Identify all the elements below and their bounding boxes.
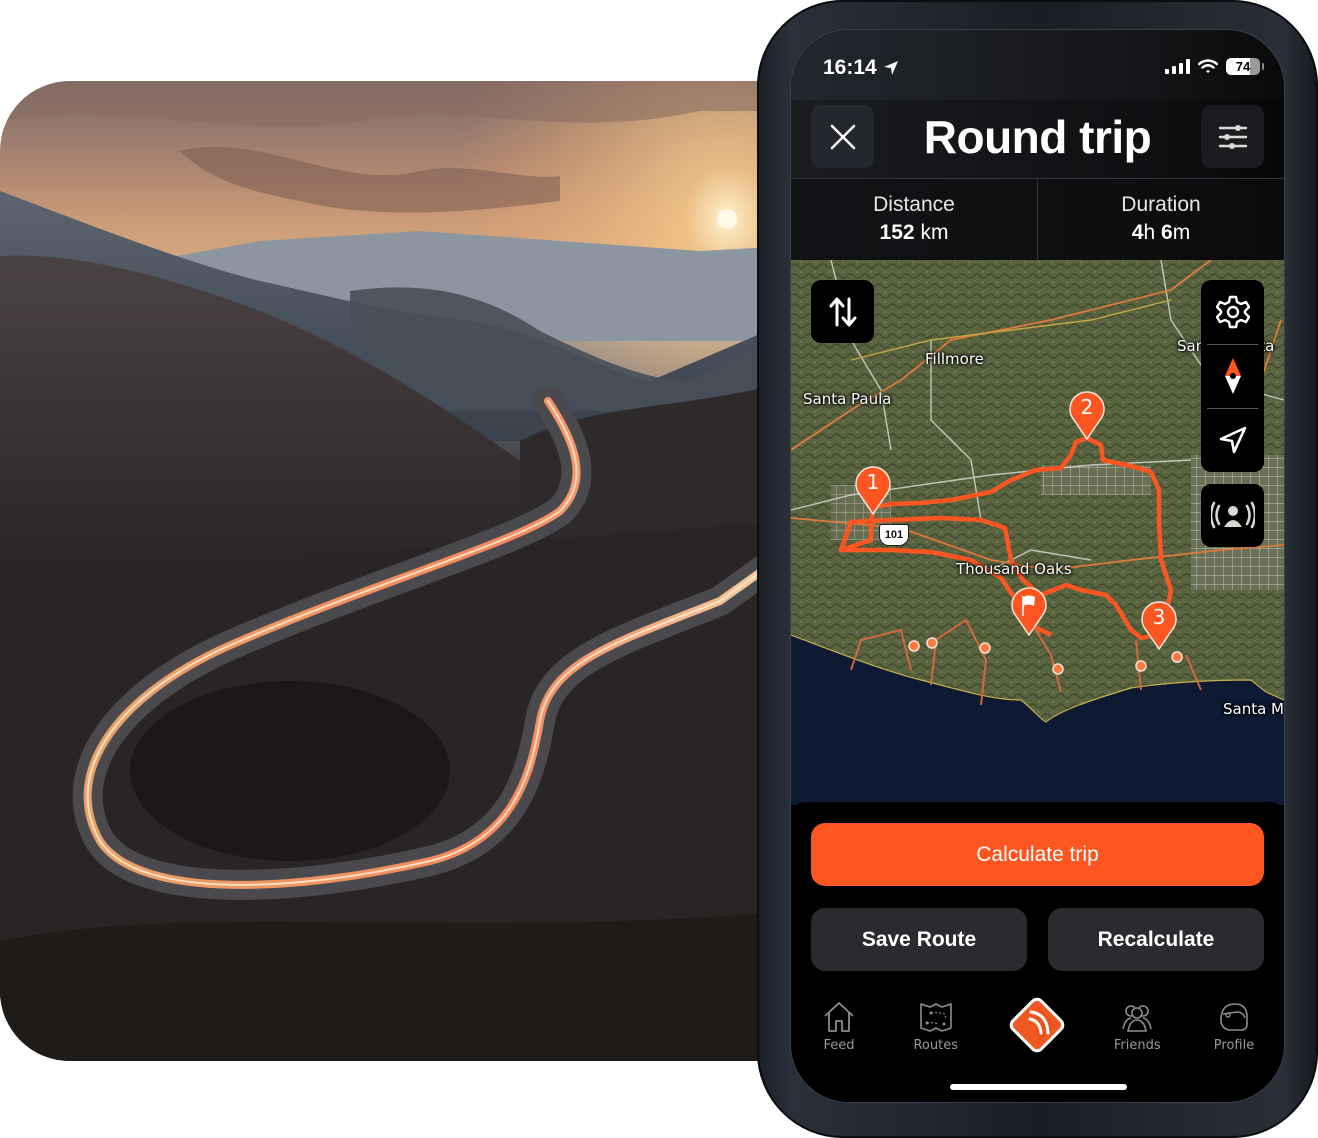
distance-label: Distance bbox=[873, 193, 955, 216]
home-indicator[interactable] bbox=[950, 1084, 1127, 1090]
tab-bar: Feed Routes Friends Profile bbox=[791, 990, 1284, 1060]
distance-value: 152 km bbox=[791, 221, 1037, 245]
map-label-fillmore: Fillmore bbox=[925, 350, 984, 368]
app-logo-icon bbox=[1009, 997, 1064, 1053]
tab-routes[interactable]: Routes bbox=[904, 990, 968, 1060]
helmet-icon bbox=[1220, 1003, 1248, 1031]
swap-icon bbox=[829, 297, 856, 326]
map-label-santa-monica: Santa Monica bbox=[1223, 700, 1284, 718]
start-finish-pin[interactable] bbox=[1010, 586, 1048, 637]
duration-label: Duration bbox=[1121, 193, 1201, 216]
status-indicators: 74 bbox=[1165, 58, 1264, 75]
header: Round trip bbox=[791, 100, 1284, 178]
recalculate-button[interactable]: Recalculate bbox=[1048, 908, 1264, 971]
signal-icon bbox=[1165, 59, 1190, 74]
live-share-button[interactable] bbox=[1201, 484, 1264, 547]
duration-minutes-unit: m bbox=[1172, 221, 1191, 244]
distance-stat: Distance 152 km bbox=[791, 179, 1037, 260]
status-bar: 16:14 74 bbox=[791, 30, 1284, 100]
location-arrow-icon bbox=[883, 61, 898, 75]
duration-minutes: 6 bbox=[1161, 221, 1173, 244]
waypoint-pin-3[interactable]: 3 bbox=[1140, 600, 1178, 651]
map-icon bbox=[919, 1003, 952, 1032]
landscape-photo bbox=[0, 81, 790, 1061]
tab-app-home[interactable] bbox=[1001, 990, 1073, 1060]
map-control-stack bbox=[1201, 280, 1264, 472]
save-route-button[interactable]: Save Route bbox=[811, 908, 1027, 971]
duration-stat: Duration 4h 6m bbox=[1037, 179, 1284, 260]
route-map[interactable]: Fillmore Santa Paula Santa Clarita Thous… bbox=[791, 260, 1284, 805]
tab-feed[interactable]: Feed bbox=[807, 990, 871, 1060]
waypoint-pin-2[interactable]: 2 bbox=[1068, 390, 1106, 441]
map-settings-button[interactable] bbox=[1201, 280, 1264, 344]
map-label-santa-paula: Santa Paula bbox=[803, 390, 892, 408]
tab-label: Feed bbox=[823, 1038, 855, 1053]
sliders-icon bbox=[1218, 124, 1247, 149]
map-label-thousand-oaks: Thousand Oaks bbox=[956, 560, 1072, 578]
bottom-sheet: Calculate trip Save Route Recalculate Fe… bbox=[791, 802, 1284, 1102]
locate-icon bbox=[1219, 426, 1246, 454]
wifi-icon bbox=[1198, 59, 1218, 73]
gear-icon bbox=[1215, 295, 1250, 329]
swap-direction-button[interactable] bbox=[811, 280, 874, 343]
duration-hours: 4 bbox=[1131, 221, 1144, 244]
highway-shield: 101 bbox=[879, 524, 909, 546]
compass-icon bbox=[1224, 358, 1241, 394]
tab-label: Friends bbox=[1113, 1038, 1161, 1053]
status-time: 16:14 bbox=[823, 56, 899, 80]
tab-label: Routes bbox=[913, 1038, 958, 1053]
duration-value: 4h 6m bbox=[1038, 221, 1284, 245]
tab-friends[interactable]: Friends bbox=[1105, 990, 1169, 1060]
home-icon bbox=[824, 1002, 854, 1032]
clock-text: 16:14 bbox=[823, 56, 877, 79]
tab-profile[interactable]: Profile bbox=[1202, 990, 1266, 1060]
friends-icon bbox=[1122, 1005, 1153, 1032]
filter-button[interactable] bbox=[1201, 105, 1264, 168]
waypoint-number: 1 bbox=[866, 470, 880, 494]
duration-hours-unit: h bbox=[1143, 221, 1156, 244]
winding-road-illustration bbox=[0, 81, 790, 1061]
phone-frame: 16:14 74 Round trip Distance 152 km Dura… bbox=[757, 0, 1318, 1138]
flag-pin-icon bbox=[1011, 587, 1047, 637]
distance-unit: km bbox=[920, 221, 949, 244]
battery-level: 74 bbox=[1235, 59, 1251, 74]
distance-number: 152 bbox=[879, 221, 915, 244]
waypoint-number: 3 bbox=[1152, 605, 1166, 629]
waypoint-pin-1[interactable]: 1 bbox=[854, 465, 892, 516]
broadcast-icon bbox=[1210, 501, 1255, 528]
calculate-trip-button[interactable]: Calculate trip bbox=[811, 823, 1264, 886]
trip-stats: Distance 152 km Duration 4h 6m bbox=[791, 178, 1284, 260]
waypoint-number: 2 bbox=[1080, 395, 1094, 419]
tab-label: Profile bbox=[1213, 1038, 1255, 1053]
battery-icon: 74 bbox=[1226, 58, 1264, 75]
compass-button[interactable] bbox=[1201, 344, 1264, 408]
locate-me-button[interactable] bbox=[1201, 408, 1264, 472]
phone-screen: 16:14 74 Round trip Distance 152 km Dura… bbox=[791, 30, 1284, 1102]
